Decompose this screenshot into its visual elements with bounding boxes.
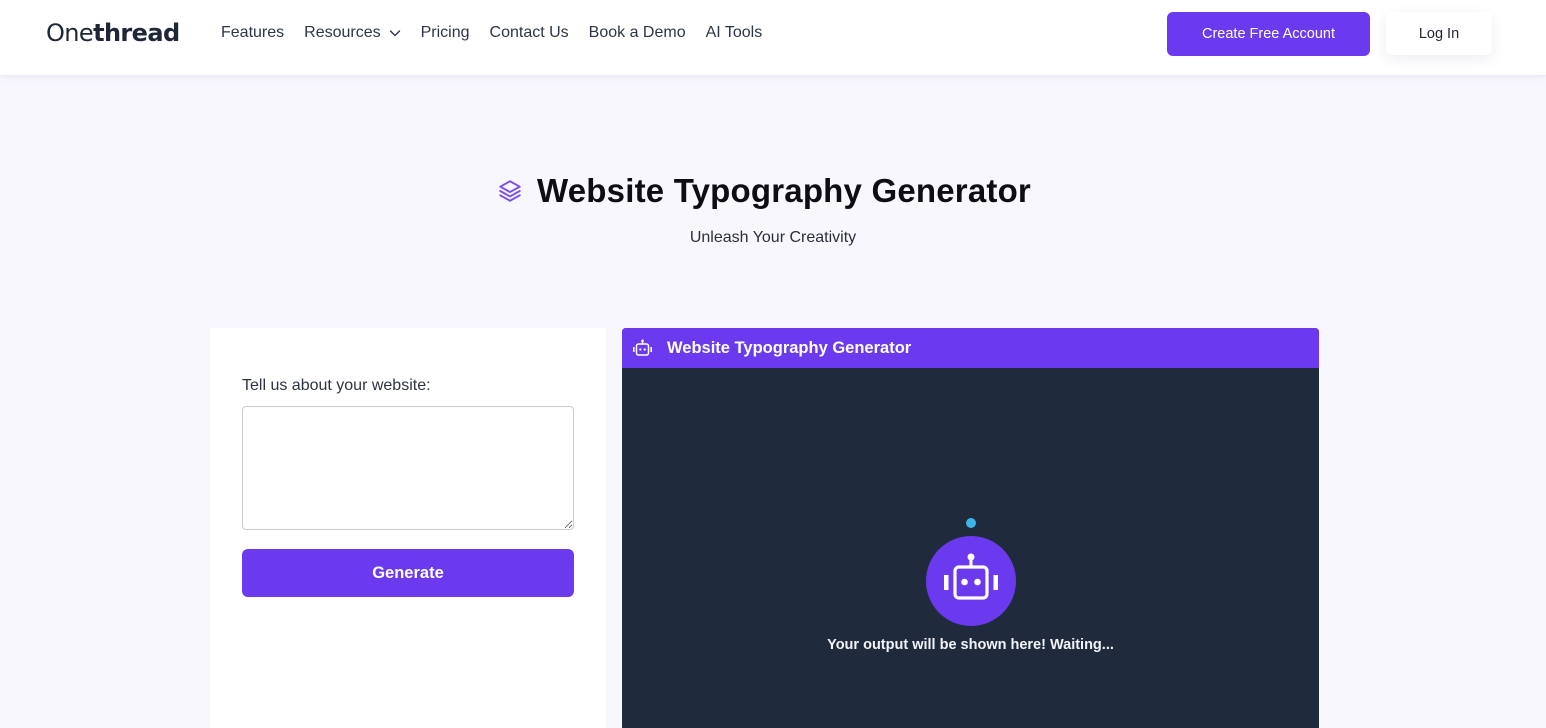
page-title: Website Typography Generator bbox=[537, 172, 1031, 209]
log-in-button[interactable]: Log In bbox=[1386, 12, 1492, 55]
website-description-input[interactable] bbox=[242, 406, 574, 530]
nav-link-label: AI Tools bbox=[705, 24, 763, 41]
nav-link-book-a-demo[interactable]: Book a Demo bbox=[589, 24, 686, 42]
layers-icon bbox=[499, 180, 521, 202]
nav-link-contact-us[interactable]: Contact Us bbox=[490, 24, 569, 42]
generate-button[interactable]: Generate bbox=[242, 549, 574, 597]
status-indicator-dot bbox=[966, 518, 976, 528]
chevron-down-icon bbox=[389, 30, 400, 37]
top-navbar: Onethread Features Resources Pricing Con… bbox=[0, 0, 1546, 76]
logo-text-bold: thread bbox=[93, 19, 180, 47]
nav-link-label: Book a Demo bbox=[588, 24, 686, 41]
nav-link-label: Features bbox=[221, 24, 285, 41]
robot-icon bbox=[633, 339, 652, 356]
output-waiting-message: Your output will be shown here! Waiting.… bbox=[827, 637, 1114, 653]
logo-text-light: One bbox=[46, 19, 94, 47]
create-free-account-button[interactable]: Create Free Account bbox=[1167, 12, 1370, 56]
nav-link-label: Resources bbox=[304, 24, 381, 41]
robot-icon bbox=[944, 553, 998, 600]
onethread-logo[interactable]: Onethread bbox=[46, 19, 180, 47]
output-panel-title: Website Typography Generator bbox=[667, 338, 912, 357]
output-panel: Website Typography Generator Your output… bbox=[622, 328, 1319, 728]
website-description-label: Tell us about your website: bbox=[242, 377, 431, 394]
nav-link-ai-tools[interactable]: AI Tools bbox=[706, 24, 763, 42]
robot-avatar bbox=[926, 536, 1016, 626]
main-nav: Features Resources Pricing Contact Us Bo… bbox=[221, 24, 782, 42]
output-panel-header: Website Typography Generator bbox=[622, 328, 1319, 368]
hero-heading: Website Typography Generator bbox=[0, 172, 1546, 210]
nav-link-pricing[interactable]: Pricing bbox=[421, 24, 470, 42]
nav-link-features[interactable]: Features bbox=[221, 24, 284, 42]
page-subtitle: Unleash Your Creativity bbox=[689, 229, 857, 246]
input-form-card: Tell us about your website: Generate bbox=[210, 328, 606, 728]
nav-link-label: Contact Us bbox=[489, 24, 569, 41]
nav-link-label: Pricing bbox=[420, 24, 470, 41]
nav-link-resources[interactable]: Resources bbox=[304, 24, 400, 42]
